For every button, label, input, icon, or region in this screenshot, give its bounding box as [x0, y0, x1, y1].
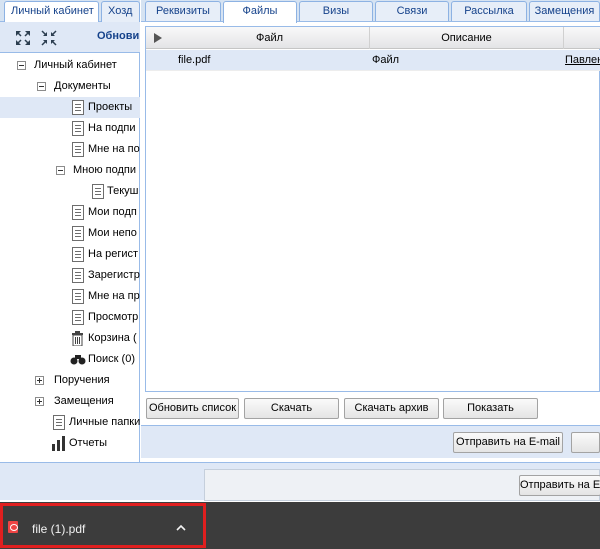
table-row[interactable]: file.pdf Файл Павлен: [146, 50, 600, 71]
collapse-icon[interactable]: [17, 61, 26, 70]
tree-label: Мои непо: [88, 227, 137, 239]
refresh-list-button[interactable]: Обновить список: [146, 398, 239, 419]
tree-item-moi-nep[interactable]: Мои непо: [0, 223, 140, 244]
tab-personal-cabinet[interactable]: Личный кабинет: [4, 1, 99, 23]
author-link[interactable]: Павлен: [565, 50, 600, 71]
tree-label: Мне на по: [88, 143, 140, 155]
tree-item-na-regist[interactable]: На регист: [0, 244, 140, 265]
tree-item-porucheniya[interactable]: Поручения: [0, 370, 140, 391]
tree-label: Личный кабинет: [34, 59, 117, 71]
tree-label: Мною подпи: [73, 164, 137, 176]
tree-label: Корзина (: [88, 332, 137, 344]
tab-files[interactable]: Файлы: [223, 1, 297, 23]
show-button[interactable]: Показать: [443, 398, 538, 419]
pdf-file-icon: [8, 521, 18, 533]
document-icon: [72, 226, 84, 241]
tab-rekvizity[interactable]: Реквизиты: [145, 1, 221, 21]
bottom-toolbar: Отправить на E-mail: [141, 425, 600, 458]
tree-label: Поручения: [54, 374, 110, 386]
tab-zameshcheniya[interactable]: Замещения: [529, 1, 600, 21]
tree-item-na-podpi[interactable]: На подпи: [0, 118, 140, 139]
chevron-up-icon[interactable]: [174, 521, 188, 535]
tree-item-projects[interactable]: Проекты: [0, 97, 140, 118]
document-icon: [72, 268, 84, 283]
tree-label: Проекты: [88, 101, 133, 113]
collapse-icon[interactable]: [37, 82, 46, 91]
document-icon: [72, 289, 84, 304]
tree-item-root[interactable]: Личный кабинет: [0, 55, 140, 76]
tab-hozd[interactable]: Хозд: [101, 1, 140, 22]
tree-item-zameshcheniya[interactable]: Замещения: [0, 391, 140, 412]
files-grid: Файл Описание file.pdf Файл Павлен: [145, 26, 600, 392]
tree-label: Зарегистр: [88, 269, 140, 281]
document-icon: [72, 205, 84, 220]
tree-label: Поиск (0): [88, 353, 135, 365]
download-archive-button[interactable]: Скачать архив: [344, 398, 439, 419]
tab-rassylka[interactable]: Рассылка: [451, 1, 527, 21]
binoculars-icon: [70, 355, 86, 365]
cell-description: Файл: [372, 54, 400, 66]
send-email-button-2[interactable]: Отправить на E: [519, 475, 600, 496]
tree-item-documents[interactable]: Документы: [0, 76, 140, 97]
tree-item-zaregistr[interactable]: Зарегистр: [0, 265, 140, 286]
document-icon: [53, 415, 65, 430]
tree-item-tekush[interactable]: Текуш: [0, 181, 140, 202]
tab-svyazi[interactable]: Связи: [375, 1, 449, 21]
play-icon[interactable]: [154, 33, 162, 43]
tree-item-korzina[interactable]: Корзина (: [0, 328, 140, 349]
document-icon: [72, 100, 84, 115]
tree-item-moi-podp[interactable]: Мои подп: [0, 202, 140, 223]
expand-icon[interactable]: [35, 397, 44, 406]
expand-all-icon[interactable]: [14, 29, 32, 47]
document-icon: [72, 121, 84, 136]
tree-label: Документы: [54, 80, 111, 92]
document-icon: [92, 184, 104, 199]
download-filename[interactable]: file (1).pdf: [32, 522, 85, 536]
tree-label: Мне на пр: [88, 290, 140, 302]
send-email-button[interactable]: Отправить на E-mail: [453, 432, 563, 453]
tree-item-poisk[interactable]: Поиск (0): [0, 349, 140, 370]
footer-toolbar: Отправить на E: [204, 469, 600, 501]
document-icon: [72, 247, 84, 262]
document-icon: [72, 142, 84, 157]
tree-label: Отчеты: [69, 437, 108, 449]
tree-toolbar: Обнови: [0, 22, 140, 53]
tree-label: Просмотр: [88, 311, 139, 323]
column-header-description[interactable]: Описание: [370, 27, 564, 49]
column-header-file[interactable]: Файл: [170, 27, 370, 49]
tree-item-mne-na-p[interactable]: Мне на по: [0, 139, 140, 160]
download-button[interactable]: Скачать: [244, 398, 339, 419]
collapse-icon[interactable]: [56, 166, 65, 175]
extra-button[interactable]: [571, 432, 600, 453]
tree-item-otchety[interactable]: Отчеты: [0, 433, 140, 454]
tree-label: На регист: [88, 248, 139, 260]
tree-item-mne-na-pr[interactable]: Мне на пр: [0, 286, 140, 307]
expand-icon[interactable]: [35, 376, 44, 385]
grid-header: Файл Описание: [146, 27, 600, 49]
right-tabbar: Реквизиты Файлы Визы Связи Рассылка Заме…: [141, 0, 600, 23]
tree-label: Текуш: [107, 185, 139, 197]
left-tabbar: Личный кабинет Хозд: [0, 0, 140, 23]
document-icon: [72, 310, 84, 325]
tree-label: Мои подп: [88, 206, 137, 218]
cell-file: file.pdf: [178, 54, 211, 66]
tab-vizy[interactable]: Визы: [299, 1, 373, 21]
tree-item-lichnye[interactable]: Личные папки: [0, 412, 140, 433]
collapse-all-icon[interactable]: [40, 29, 58, 47]
refresh-tree-label[interactable]: Обнови: [97, 30, 139, 42]
tree-label: Замещения: [54, 395, 114, 407]
folder-tree: Личный кабинет Документы Проекты На подп…: [0, 54, 140, 454]
tree-item-prosmotr[interactable]: Просмотр: [0, 307, 140, 328]
tree-label: На подпи: [88, 122, 136, 134]
bar-chart-icon: [52, 436, 65, 451]
tree-item-mnoyu-podpi[interactable]: Мною подпи: [0, 160, 140, 181]
tree-label: Личные папки: [69, 416, 140, 428]
trash-icon: [72, 331, 83, 346]
